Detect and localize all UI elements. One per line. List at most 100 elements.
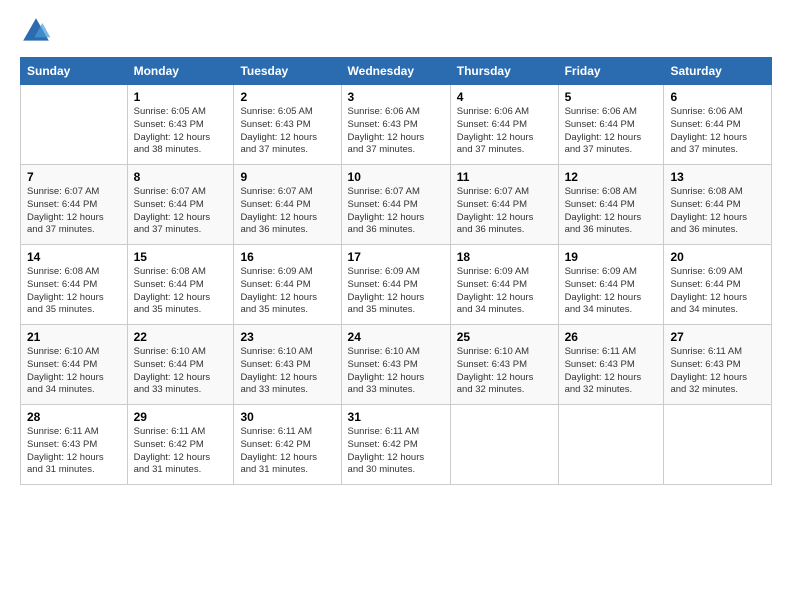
- day-cell: 4 Sunrise: 6:06 AMSunset: 6:44 PMDaylight…: [450, 85, 558, 165]
- day-cell: [21, 85, 128, 165]
- day-info: Sunrise: 6:11 AMSunset: 6:42 PMDaylight:…: [348, 426, 444, 477]
- day-info: Sunrise: 6:08 AMSunset: 6:44 PMDaylight:…: [27, 266, 121, 317]
- day-info: Sunrise: 6:09 AMSunset: 6:44 PMDaylight:…: [457, 266, 552, 317]
- day-number: 31: [348, 410, 444, 424]
- day-number: 9: [240, 170, 334, 184]
- day-number: 3: [348, 90, 444, 104]
- day-cell: 1 Sunrise: 6:05 AMSunset: 6:43 PMDaylight…: [127, 85, 234, 165]
- day-cell: 2 Sunrise: 6:05 AMSunset: 6:43 PMDaylight…: [234, 85, 341, 165]
- week-row-5: 28 Sunrise: 6:11 AMSunset: 6:43 PMDayligh…: [21, 405, 772, 485]
- day-cell: 7Sunrise: 6:07 AMSunset: 6:44 PMDaylight…: [21, 165, 128, 245]
- day-cell: 29 Sunrise: 6:11 AMSunset: 6:42 PMDayligh…: [127, 405, 234, 485]
- day-info: Sunrise: 6:07 AMSunset: 6:44 PMDaylight:…: [240, 186, 334, 237]
- day-info: Sunrise: 6:07 AMSunset: 6:44 PMDaylight:…: [134, 186, 228, 237]
- day-number: 14: [27, 250, 121, 264]
- col-header-friday: Friday: [558, 58, 664, 85]
- logo-icon: [20, 15, 52, 47]
- week-row-3: 14 Sunrise: 6:08 AMSunset: 6:44 PMDayligh…: [21, 245, 772, 325]
- day-info: Sunrise: 6:06 AMSunset: 6:44 PMDaylight:…: [670, 106, 765, 157]
- day-number: 28: [27, 410, 121, 424]
- logo: [20, 15, 56, 47]
- day-info: Sunrise: 6:08 AMSunset: 6:44 PMDaylight:…: [670, 186, 765, 237]
- week-row-4: 21Sunrise: 6:10 AMSunset: 6:44 PMDayligh…: [21, 325, 772, 405]
- day-info: Sunrise: 6:05 AMSunset: 6:43 PMDaylight:…: [134, 106, 228, 157]
- day-cell: 13 Sunrise: 6:08 AMSunset: 6:44 PMDayligh…: [664, 165, 772, 245]
- col-header-thursday: Thursday: [450, 58, 558, 85]
- day-number: 2: [240, 90, 334, 104]
- day-cell: 28 Sunrise: 6:11 AMSunset: 6:43 PMDayligh…: [21, 405, 128, 485]
- day-info: Sunrise: 6:10 AMSunset: 6:43 PMDaylight:…: [457, 346, 552, 397]
- day-number: 23: [240, 330, 334, 344]
- day-number: 20: [670, 250, 765, 264]
- day-cell: 18 Sunrise: 6:09 AMSunset: 6:44 PMDayligh…: [450, 245, 558, 325]
- day-info: Sunrise: 6:11 AMSunset: 6:42 PMDaylight:…: [240, 426, 334, 477]
- day-info: Sunrise: 6:11 AMSunset: 6:42 PMDaylight:…: [134, 426, 228, 477]
- day-number: 17: [348, 250, 444, 264]
- day-cell: [450, 405, 558, 485]
- day-cell: 5Sunrise: 6:06 AMSunset: 6:44 PMDaylight…: [558, 85, 664, 165]
- day-info: Sunrise: 6:10 AMSunset: 6:43 PMDaylight:…: [240, 346, 334, 397]
- day-number: 30: [240, 410, 334, 424]
- day-cell: [558, 405, 664, 485]
- day-cell: 22 Sunrise: 6:10 AMSunset: 6:44 PMDayligh…: [127, 325, 234, 405]
- day-cell: 31 Sunrise: 6:11 AMSunset: 6:42 PMDayligh…: [341, 405, 450, 485]
- week-row-1: 1 Sunrise: 6:05 AMSunset: 6:43 PMDaylight…: [21, 85, 772, 165]
- day-cell: 26Sunrise: 6:11 AMSunset: 6:43 PMDayligh…: [558, 325, 664, 405]
- day-cell: 24 Sunrise: 6:10 AMSunset: 6:43 PMDayligh…: [341, 325, 450, 405]
- day-info: Sunrise: 6:08 AMSunset: 6:44 PMDaylight:…: [134, 266, 228, 317]
- day-cell: 6 Sunrise: 6:06 AMSunset: 6:44 PMDaylight…: [664, 85, 772, 165]
- col-header-sunday: Sunday: [21, 58, 128, 85]
- day-info: Sunrise: 6:09 AMSunset: 6:44 PMDaylight:…: [240, 266, 334, 317]
- day-number: 24: [348, 330, 444, 344]
- day-number: 22: [134, 330, 228, 344]
- day-cell: 30 Sunrise: 6:11 AMSunset: 6:42 PMDayligh…: [234, 405, 341, 485]
- day-info: Sunrise: 6:11 AMSunset: 6:43 PMDaylight:…: [27, 426, 121, 477]
- day-cell: 15 Sunrise: 6:08 AMSunset: 6:44 PMDayligh…: [127, 245, 234, 325]
- day-info: Sunrise: 6:09 AMSunset: 6:44 PMDaylight:…: [348, 266, 444, 317]
- day-cell: [664, 405, 772, 485]
- day-cell: 14 Sunrise: 6:08 AMSunset: 6:44 PMDayligh…: [21, 245, 128, 325]
- day-number: 11: [457, 170, 552, 184]
- day-cell: 11 Sunrise: 6:07 AMSunset: 6:44 PMDayligh…: [450, 165, 558, 245]
- day-number: 8: [134, 170, 228, 184]
- day-number: 19: [565, 250, 658, 264]
- day-info: Sunrise: 6:07 AMSunset: 6:44 PMDaylight:…: [457, 186, 552, 237]
- day-number: 5: [565, 90, 658, 104]
- day-number: 25: [457, 330, 552, 344]
- day-info: Sunrise: 6:10 AMSunset: 6:44 PMDaylight:…: [134, 346, 228, 397]
- day-info: Sunrise: 6:10 AMSunset: 6:44 PMDaylight:…: [27, 346, 121, 397]
- day-cell: 25 Sunrise: 6:10 AMSunset: 6:43 PMDayligh…: [450, 325, 558, 405]
- week-row-2: 7 Sunrise: 6:07 AMSunset: 6:44 PMDaylight…: [21, 165, 772, 245]
- day-info: Sunrise: 6:09 AMSunset: 6:44 PMDaylight:…: [565, 266, 658, 317]
- day-info: Sunrise: 6:05 AMSunset: 6:43 PMDaylight:…: [240, 106, 334, 157]
- col-header-tuesday: Tuesday: [234, 58, 341, 85]
- day-info: Sunrise: 6:06 AMSunset: 6:43 PMDaylight:…: [348, 106, 444, 157]
- day-number: 29: [134, 410, 228, 424]
- day-info: Sunrise: 6:07 AMSunset: 6:44 PMDaylight:…: [348, 186, 444, 237]
- day-cell: 3 Sunrise: 6:06 AMSunset: 6:43 PMDaylight…: [341, 85, 450, 165]
- col-header-saturday: Saturday: [664, 58, 772, 85]
- day-cell: 12Sunrise: 6:08 AMSunset: 6:44 PMDayligh…: [558, 165, 664, 245]
- day-number: 27: [670, 330, 765, 344]
- day-cell: 10 Sunrise: 6:07 AMSunset: 6:44 PMDayligh…: [341, 165, 450, 245]
- day-number: 7: [27, 170, 121, 184]
- day-cell: 17 Sunrise: 6:09 AMSunset: 6:44 PMDayligh…: [341, 245, 450, 325]
- day-number: 6: [670, 90, 765, 104]
- day-number: 4: [457, 90, 552, 104]
- day-info: Sunrise: 6:11 AMSunset: 6:43 PMDaylight:…: [565, 346, 658, 397]
- day-info: Sunrise: 6:08 AMSunset: 6:44 PMDaylight:…: [565, 186, 658, 237]
- day-number: 1: [134, 90, 228, 104]
- col-header-monday: Monday: [127, 58, 234, 85]
- day-cell: 23 Sunrise: 6:10 AMSunset: 6:43 PMDayligh…: [234, 325, 341, 405]
- day-number: 10: [348, 170, 444, 184]
- day-number: 18: [457, 250, 552, 264]
- header: [20, 15, 772, 47]
- day-cell: 20Sunrise: 6:09 AMSunset: 6:44 PMDayligh…: [664, 245, 772, 325]
- page: SundayMondayTuesdayWednesdayThursdayFrid…: [0, 0, 792, 612]
- day-number: 15: [134, 250, 228, 264]
- day-info: Sunrise: 6:06 AMSunset: 6:44 PMDaylight:…: [457, 106, 552, 157]
- day-number: 13: [670, 170, 765, 184]
- calendar-table: SundayMondayTuesdayWednesdayThursdayFrid…: [20, 57, 772, 485]
- day-info: Sunrise: 6:10 AMSunset: 6:43 PMDaylight:…: [348, 346, 444, 397]
- day-cell: 19 Sunrise: 6:09 AMSunset: 6:44 PMDayligh…: [558, 245, 664, 325]
